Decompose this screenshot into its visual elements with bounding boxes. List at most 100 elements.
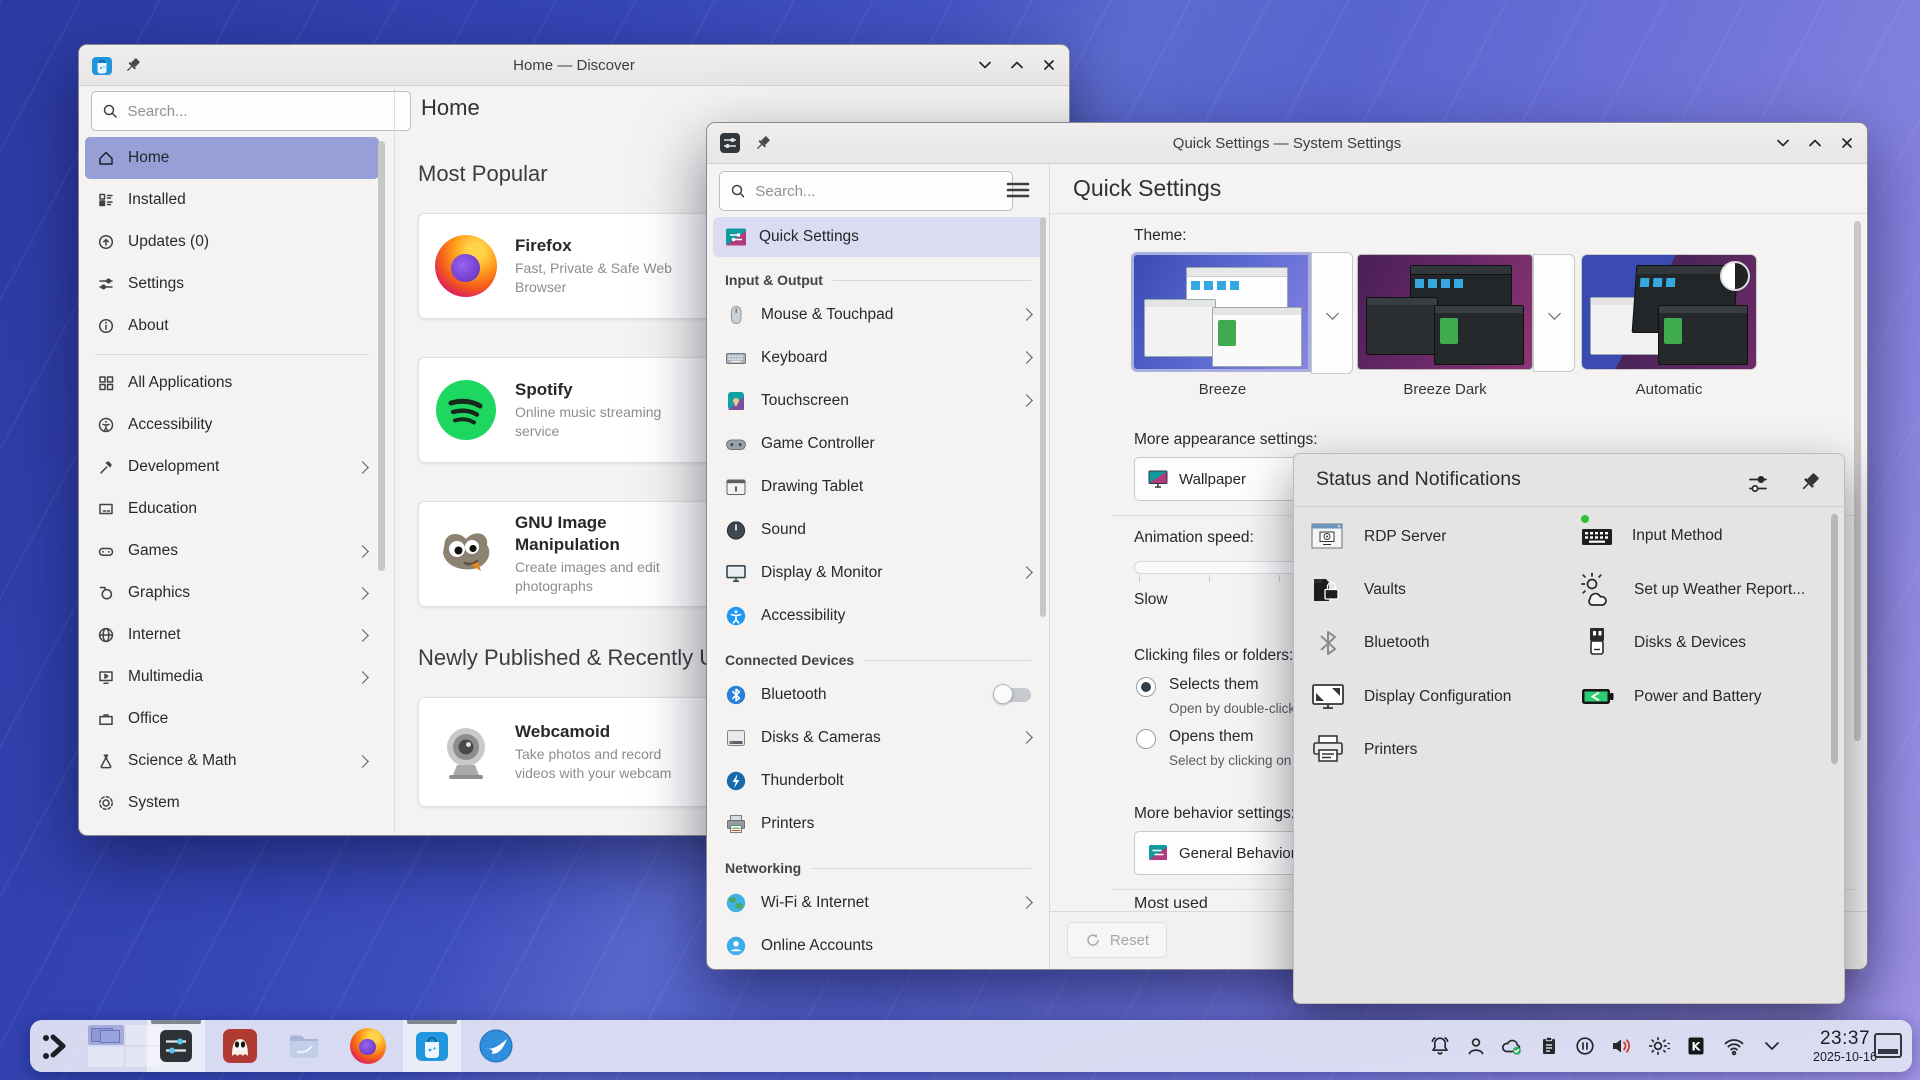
sidebar-item-keyboard[interactable]: Keyboard [713, 336, 1043, 379]
sidebar-item-home[interactable]: Home [85, 137, 379, 179]
pin-icon[interactable] [123, 55, 143, 75]
more-appearance-label: More appearance settings: [1134, 431, 1318, 449]
maximize-icon[interactable] [1807, 135, 1823, 151]
settings-titlebar[interactable]: Quick Settings — System Settings [707, 123, 1867, 164]
popup-scrollbar[interactable] [1831, 514, 1838, 764]
theme-preview-window [1658, 305, 1748, 365]
discover-sidebar-scrollbar[interactable] [378, 141, 385, 571]
wallpaper-button[interactable]: Wallpaper [1134, 457, 1312, 501]
tray-entry-input-method[interactable]: Input Method [1580, 519, 1722, 553]
network-wifi-icon[interactable] [1721, 1033, 1747, 1059]
discover-search-field[interactable] [91, 91, 411, 131]
sidebar-item-about[interactable]: About [85, 305, 379, 347]
bluetooth-toggle[interactable] [995, 688, 1031, 702]
sidebar-item-education[interactable]: Education [85, 488, 379, 530]
sidebar-item-game-controller[interactable]: Game Controller [713, 422, 1043, 465]
discover-search-input[interactable] [126, 102, 400, 121]
sidebar-item-mouse-touchpad[interactable]: Mouse & Touchpad [713, 293, 1043, 336]
theme-breeze-dropdown-button[interactable] [1311, 252, 1353, 374]
cloud-sync-icon[interactable] [1499, 1033, 1525, 1059]
spotify-icon [435, 379, 497, 441]
tray-entry-vaults[interactable]: Vaults [1310, 572, 1406, 608]
sidebar-item-settings[interactable]: Settings [85, 263, 379, 305]
tray-entry-bluetooth[interactable]: Bluetooth [1310, 625, 1430, 661]
task-system-settings[interactable] [147, 1020, 205, 1072]
app-launcher-button[interactable] [40, 1030, 74, 1062]
sidebar-item-accessibility[interactable]: Accessibility [713, 594, 1043, 637]
kate-icon[interactable]: K [1683, 1033, 1709, 1059]
sidebar-item-science-math[interactable]: Science & Math [85, 740, 379, 782]
sidebar-item-thunderbolt[interactable]: Thunderbolt [713, 759, 1043, 802]
sidebar-item-wifi-internet[interactable]: Wi-Fi & Internet [713, 881, 1043, 924]
configure-icon[interactable] [1745, 471, 1771, 497]
pin-icon[interactable] [1797, 469, 1823, 495]
pager-desktop-1[interactable] [88, 1025, 124, 1045]
sidebar-item-disks-cameras[interactable]: Disks & Cameras [713, 716, 1043, 759]
sidebar-item-graphics[interactable]: Graphics [85, 572, 379, 614]
tray-entry-rdp-server[interactable]: RDP Server [1310, 519, 1446, 555]
sidebar-item-display-monitor[interactable]: Display & Monitor [713, 551, 1043, 594]
tray-entry-disks-devices[interactable]: Disks & Devices [1580, 625, 1746, 661]
tray-entry-display-configuration[interactable]: Display Configuration [1310, 679, 1511, 715]
sidebar-item-games[interactable]: Games [85, 530, 379, 572]
chevron-right-icon [1020, 394, 1033, 407]
task-ghostwriter[interactable] [211, 1020, 269, 1072]
radio-selects-them[interactable] [1136, 677, 1156, 697]
svg-text:K: K [1692, 1040, 1702, 1054]
settings-sidebar-scrollbar[interactable] [1040, 217, 1046, 617]
sidebar-item-sound[interactable]: Sound [713, 508, 1043, 551]
close-icon[interactable] [1839, 135, 1855, 151]
settings-content-scrollbar[interactable] [1854, 221, 1861, 741]
notifications-bell-icon[interactable] [1427, 1033, 1453, 1059]
mouse-icon [725, 304, 747, 326]
media-pause-icon[interactable] [1572, 1033, 1598, 1059]
task-dolphin[interactable] [275, 1020, 333, 1072]
sidebar-item-installed[interactable]: Installed [85, 179, 379, 221]
clipboard-icon[interactable] [1536, 1033, 1562, 1059]
sidebar-item-all-applications[interactable]: All Applications [85, 362, 379, 404]
sidebar-item-office[interactable]: Office [85, 698, 379, 740]
pager-desktop-3[interactable] [88, 1047, 124, 1067]
pin-icon[interactable] [753, 133, 773, 153]
task-discover[interactable] [403, 1020, 461, 1072]
radio-opens-them[interactable] [1136, 729, 1156, 749]
user-icon[interactable] [1463, 1033, 1489, 1059]
sidebar-item-bluetooth[interactable]: Bluetooth [713, 673, 1043, 716]
theme-thumbnail-breeze-dark[interactable] [1357, 254, 1533, 370]
peek-desktop-button[interactable] [1874, 1033, 1902, 1058]
reset-icon [1085, 933, 1100, 948]
theme-breeze-dark-dropdown-button[interactable] [1533, 254, 1575, 372]
touchscreen-icon [725, 390, 747, 412]
sidebar-item-drawing-tablet[interactable]: Drawing Tablet [713, 465, 1043, 508]
sidebar-item-development[interactable]: Development [85, 446, 379, 488]
sidebar-item-accessibility[interactable]: Accessibility [85, 404, 379, 446]
task-firefox[interactable] [339, 1020, 397, 1072]
settings-app-icon [719, 132, 741, 154]
tray-entry-weather[interactable]: Set up Weather Report... [1580, 572, 1805, 608]
sidebar-item-system[interactable]: System [85, 782, 379, 824]
tray-entry-printers[interactable]: Printers [1310, 732, 1417, 768]
reset-button[interactable]: Reset [1067, 922, 1167, 958]
settings-search-input[interactable] [753, 182, 1002, 201]
sidebar-item-online-accounts[interactable]: Online Accounts [713, 924, 1043, 967]
theme-thumbnail-breeze[interactable] [1131, 252, 1311, 372]
settings-search-field[interactable] [719, 171, 1013, 211]
sidebar-item-touchscreen[interactable]: Touchscreen [713, 379, 1043, 422]
brightness-icon[interactable] [1646, 1033, 1672, 1059]
task-falkon[interactable] [467, 1020, 525, 1072]
sidebar-item-multimedia[interactable]: Multimedia [85, 656, 379, 698]
tray-expand-chevron-icon[interactable] [1759, 1033, 1785, 1059]
maximize-icon[interactable] [1009, 57, 1025, 73]
hamburger-menu-icon[interactable] [1005, 179, 1031, 201]
theme-thumbnail-automatic[interactable] [1581, 254, 1757, 370]
volume-icon[interactable] [1609, 1033, 1635, 1059]
sidebar-item-printers[interactable]: Printers [713, 802, 1043, 845]
tray-entry-power-battery[interactable]: Power and Battery [1580, 679, 1762, 715]
minimize-icon[interactable] [1775, 135, 1791, 151]
discover-titlebar[interactable]: Home — Discover [79, 45, 1069, 86]
sidebar-item-updates[interactable]: Updates (0) [85, 221, 379, 263]
sidebar-item-quick-settings[interactable]: Quick Settings [713, 217, 1043, 257]
minimize-icon[interactable] [977, 57, 993, 73]
sidebar-item-internet[interactable]: Internet [85, 614, 379, 656]
close-icon[interactable] [1041, 57, 1057, 73]
